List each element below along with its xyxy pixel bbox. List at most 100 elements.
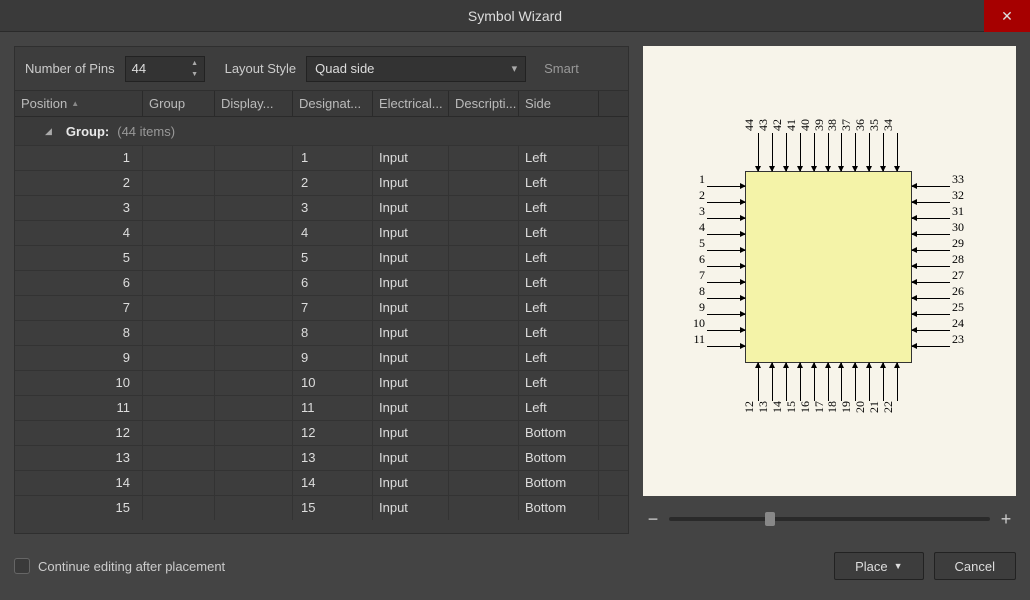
pins-up-icon[interactable]: ▲: [188, 58, 202, 69]
cell-group[interactable]: [143, 496, 215, 520]
grid-scroll[interactable]: ◢ Group: (44 items) 11InputLeft22InputLe…: [15, 117, 628, 533]
table-row[interactable]: 44InputLeft: [15, 220, 628, 245]
cell-electrical[interactable]: Input: [373, 371, 449, 395]
cell-group[interactable]: [143, 146, 215, 170]
checkbox-box[interactable]: [14, 558, 30, 574]
cell-display[interactable]: [215, 221, 293, 245]
cell-group[interactable]: [143, 221, 215, 245]
cell-electrical[interactable]: Input: [373, 296, 449, 320]
cell-designator[interactable]: 14: [293, 471, 373, 495]
cell-description[interactable]: [449, 321, 519, 345]
cell-position[interactable]: 5: [15, 246, 143, 270]
table-row[interactable]: 1010InputLeft: [15, 370, 628, 395]
cell-electrical[interactable]: Input: [373, 171, 449, 195]
zoom-slider[interactable]: [669, 517, 990, 521]
cell-description[interactable]: [449, 446, 519, 470]
cell-designator[interactable]: 10: [293, 371, 373, 395]
table-row[interactable]: 33InputLeft: [15, 195, 628, 220]
table-row[interactable]: 1212InputBottom: [15, 420, 628, 445]
cell-position[interactable]: 14: [15, 471, 143, 495]
cancel-button[interactable]: Cancel: [934, 552, 1016, 580]
cell-electrical[interactable]: Input: [373, 221, 449, 245]
cell-position[interactable]: 9: [15, 346, 143, 370]
cell-designator[interactable]: 5: [293, 246, 373, 270]
cell-electrical[interactable]: Input: [373, 346, 449, 370]
preview-canvas[interactable]: 1234567891011333231302928272625242344434…: [643, 46, 1016, 496]
cell-side[interactable]: Left: [519, 396, 599, 420]
cell-position[interactable]: 4: [15, 221, 143, 245]
cell-position[interactable]: 8: [15, 321, 143, 345]
col-group[interactable]: Group: [143, 91, 215, 116]
cell-designator[interactable]: 15: [293, 496, 373, 520]
cell-description[interactable]: [449, 471, 519, 495]
zoom-out-button[interactable]: −: [645, 509, 661, 530]
col-display[interactable]: Display...: [215, 91, 293, 116]
cell-display[interactable]: [215, 196, 293, 220]
col-electrical[interactable]: Electrical...: [373, 91, 449, 116]
cell-side[interactable]: Left: [519, 296, 599, 320]
cell-position[interactable]: 6: [15, 271, 143, 295]
cell-side[interactable]: Left: [519, 371, 599, 395]
cell-group[interactable]: [143, 296, 215, 320]
cell-group[interactable]: [143, 346, 215, 370]
cell-position[interactable]: 15: [15, 496, 143, 520]
continue-checkbox[interactable]: Continue editing after placement: [14, 558, 225, 574]
cell-description[interactable]: [449, 496, 519, 520]
cell-display[interactable]: [215, 146, 293, 170]
cell-electrical[interactable]: Input: [373, 246, 449, 270]
cell-side[interactable]: Left: [519, 321, 599, 345]
cell-designator[interactable]: 6: [293, 271, 373, 295]
table-row[interactable]: 88InputLeft: [15, 320, 628, 345]
cell-electrical[interactable]: Input: [373, 496, 449, 520]
cell-position[interactable]: 7: [15, 296, 143, 320]
cell-group[interactable]: [143, 171, 215, 195]
cell-description[interactable]: [449, 346, 519, 370]
cell-display[interactable]: [215, 496, 293, 520]
table-row[interactable]: 1111InputLeft: [15, 395, 628, 420]
place-button[interactable]: Place ▼: [834, 552, 923, 580]
cell-group[interactable]: [143, 421, 215, 445]
cell-designator[interactable]: 8: [293, 321, 373, 345]
cell-display[interactable]: [215, 446, 293, 470]
cell-designator[interactable]: 2: [293, 171, 373, 195]
cell-display[interactable]: [215, 421, 293, 445]
table-row[interactable]: 22InputLeft: [15, 170, 628, 195]
cell-position[interactable]: 11: [15, 396, 143, 420]
cell-electrical[interactable]: Input: [373, 146, 449, 170]
cell-display[interactable]: [215, 321, 293, 345]
cell-side[interactable]: Left: [519, 196, 599, 220]
table-row[interactable]: 1313InputBottom: [15, 445, 628, 470]
zoom-thumb[interactable]: [765, 512, 775, 526]
pins-input[interactable]: 44 ▲ ▼: [125, 56, 205, 82]
cell-description[interactable]: [449, 221, 519, 245]
cell-electrical[interactable]: Input: [373, 396, 449, 420]
table-row[interactable]: 77InputLeft: [15, 295, 628, 320]
cell-electrical[interactable]: Input: [373, 321, 449, 345]
cell-display[interactable]: [215, 246, 293, 270]
cell-side[interactable]: Left: [519, 221, 599, 245]
cell-side[interactable]: Bottom: [519, 446, 599, 470]
cell-description[interactable]: [449, 421, 519, 445]
cell-description[interactable]: [449, 146, 519, 170]
group-row[interactable]: ◢ Group: (44 items): [15, 117, 628, 145]
cell-display[interactable]: [215, 371, 293, 395]
cell-display[interactable]: [215, 171, 293, 195]
cell-group[interactable]: [143, 471, 215, 495]
collapse-icon[interactable]: ◢: [45, 126, 52, 137]
cell-group[interactable]: [143, 196, 215, 220]
cell-display[interactable]: [215, 396, 293, 420]
cell-group[interactable]: [143, 246, 215, 270]
cell-side[interactable]: Left: [519, 171, 599, 195]
zoom-in-button[interactable]: +: [998, 509, 1014, 530]
table-row[interactable]: 55InputLeft: [15, 245, 628, 270]
cell-description[interactable]: [449, 296, 519, 320]
cell-description[interactable]: [449, 371, 519, 395]
cell-electrical[interactable]: Input: [373, 271, 449, 295]
cell-position[interactable]: 1: [15, 146, 143, 170]
cell-electrical[interactable]: Input: [373, 196, 449, 220]
table-row[interactable]: 66InputLeft: [15, 270, 628, 295]
cell-description[interactable]: [449, 271, 519, 295]
cell-description[interactable]: [449, 171, 519, 195]
cell-display[interactable]: [215, 471, 293, 495]
cell-designator[interactable]: 12: [293, 421, 373, 445]
